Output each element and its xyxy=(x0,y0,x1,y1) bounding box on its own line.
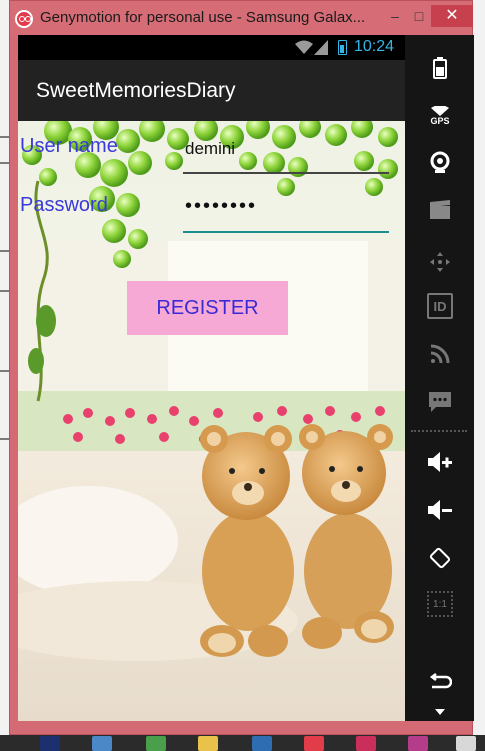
webcam-icon[interactable] xyxy=(427,149,453,175)
password-underline xyxy=(183,231,389,233)
taskbar-app-icon[interactable] xyxy=(408,736,428,751)
battery-icon[interactable] xyxy=(427,55,453,81)
username-input[interactable]: demini xyxy=(185,139,235,159)
sms-icon[interactable] xyxy=(427,389,453,415)
taskbar-app-icon[interactable] xyxy=(456,736,476,751)
genymotion-logo-icon xyxy=(15,10,33,28)
toolbar-divider xyxy=(411,430,467,432)
wifi-icon xyxy=(295,40,313,54)
register-screen: User name demini Password •••••••• REGIS… xyxy=(18,121,405,721)
volume-up-icon[interactable] xyxy=(427,449,453,475)
window-titlebar[interactable]: Genymotion for personal use - Samsung Ga… xyxy=(10,1,473,35)
minimize-button[interactable]: – xyxy=(383,5,407,27)
action-bar: SweetMemoriesDiary xyxy=(18,60,405,121)
rotate-icon[interactable] xyxy=(427,545,453,571)
username-underline xyxy=(183,172,389,174)
genymotion-taskbar-icon[interactable] xyxy=(304,736,324,751)
taskbar-app-icon[interactable] xyxy=(356,736,376,751)
status-bar: 10:24 xyxy=(18,35,405,60)
taskbar-app-icon[interactable] xyxy=(40,736,60,751)
taskbar-app-icon[interactable] xyxy=(92,736,112,751)
battery-icon xyxy=(338,40,347,55)
os-taskbar xyxy=(0,735,485,751)
video-capture-icon[interactable] xyxy=(427,197,453,223)
register-button[interactable]: REGISTER xyxy=(127,281,288,335)
maximize-button[interactable]: □ xyxy=(407,5,431,27)
status-clock: 10:24 xyxy=(354,38,395,55)
signal-icon xyxy=(314,40,328,55)
password-input[interactable]: •••••••• xyxy=(185,195,257,218)
close-button[interactable]: ✕ xyxy=(431,5,473,27)
taskbar-app-icon[interactable] xyxy=(146,736,166,751)
id-icon[interactable]: ID xyxy=(427,293,453,319)
volume-down-icon[interactable] xyxy=(427,497,453,523)
window-title: Genymotion for personal use - Samsung Ga… xyxy=(40,9,366,26)
cast-icon[interactable] xyxy=(427,341,453,367)
dpad-icon[interactable] xyxy=(427,249,453,275)
app-title: SweetMemoriesDiary xyxy=(36,79,236,102)
taskbar-app-icon[interactable] xyxy=(198,736,218,751)
menu-icon[interactable] xyxy=(427,705,453,719)
taskbar-app-icon[interactable] xyxy=(252,736,272,751)
scale-icon[interactable]: 1:1 xyxy=(427,591,453,617)
gps-icon[interactable]: GPS xyxy=(427,103,453,129)
password-label: Password xyxy=(20,194,108,216)
emulator-toolbar: GPS ID 1:1 xyxy=(405,35,474,721)
id-label: ID xyxy=(433,298,447,314)
username-label: User name xyxy=(20,135,118,157)
back-icon[interactable] xyxy=(427,669,453,695)
device-screen[interactable]: 10:24 SweetMemoriesDiary User name demin… xyxy=(18,35,405,721)
emulator-window: Genymotion for personal use - Samsung Ga… xyxy=(9,0,474,735)
watermark-text: free for personal use xyxy=(24,697,135,711)
scale-label: 1:1 xyxy=(433,598,447,610)
gps-label: GPS xyxy=(430,116,450,126)
